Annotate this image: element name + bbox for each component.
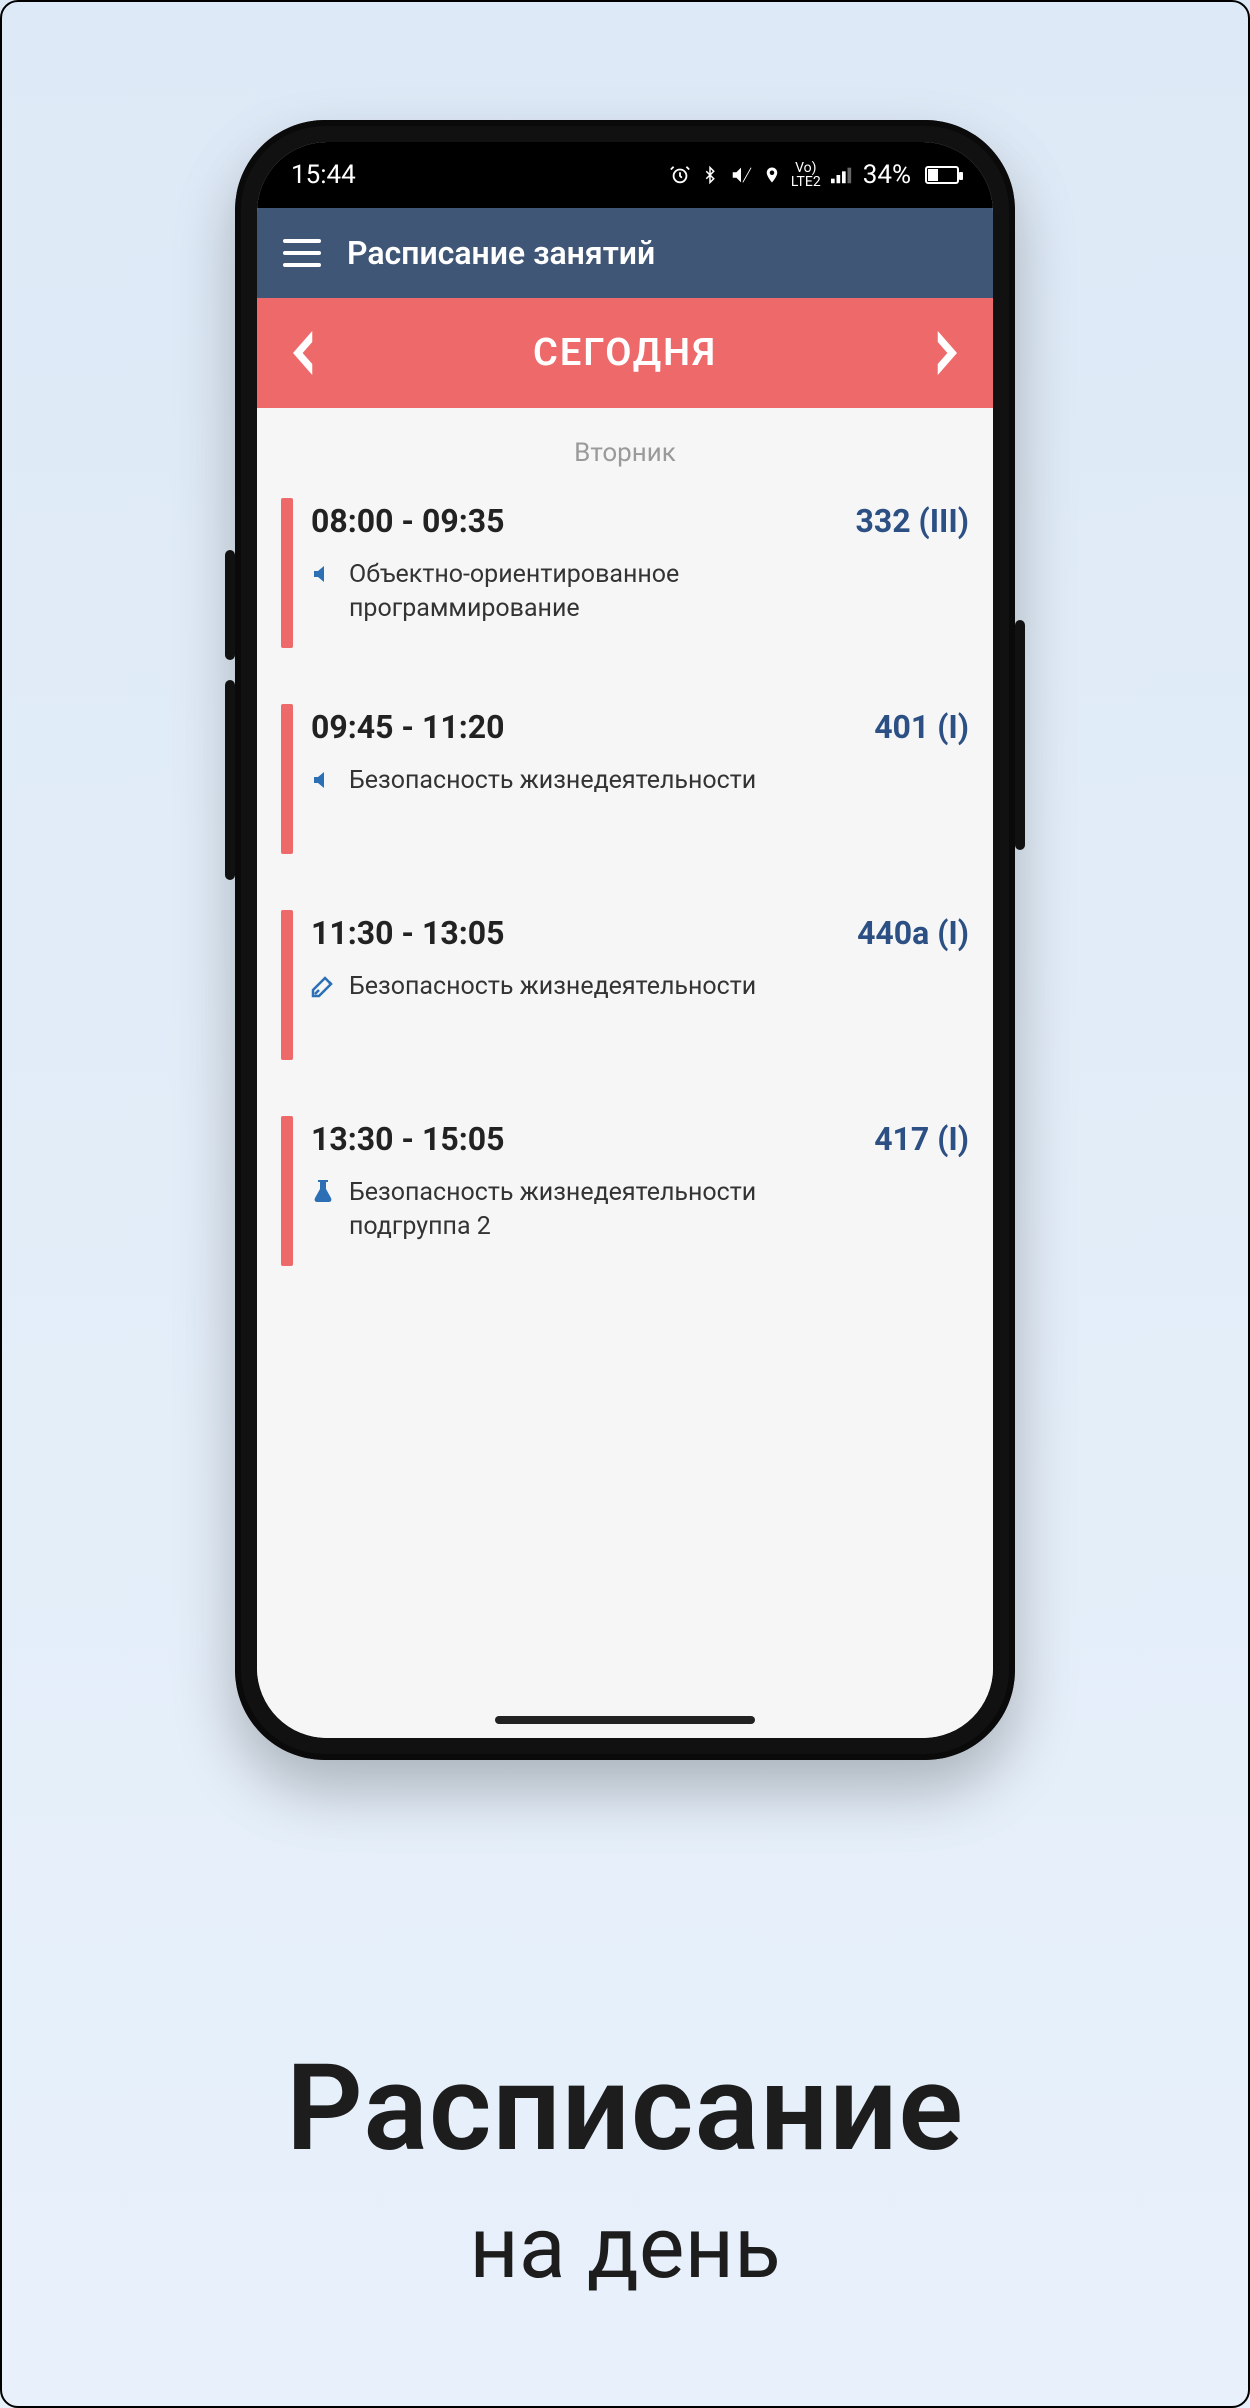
lesson-room: 401 (I) [874, 708, 969, 746]
bluetooth-icon [701, 164, 719, 186]
mute-icon [729, 164, 753, 186]
caption-line-1: Расписание [0, 2039, 1250, 2179]
lesson-time: 09:45 - 11:20 [311, 708, 504, 746]
phone-screen: 15:44 Vo)LTE2 34% Расписание занятий [257, 142, 993, 1738]
status-icons: Vo)LTE2 34% [669, 160, 959, 190]
lesson-item[interactable]: 08:00 - 09:35 332 (III)Объектно-ориентиро… [281, 498, 969, 648]
network-lte-icon: Vo)LTE2 [791, 161, 821, 189]
lesson-accent-bar [281, 1116, 293, 1266]
side-button [1015, 620, 1025, 850]
lesson-accent-bar [281, 498, 293, 648]
next-day-button[interactable] [929, 331, 963, 375]
caption-line-2: на день [0, 2197, 1250, 2298]
promo-caption: Расписание на день [0, 2039, 1250, 2298]
phone-frame: 15:44 Vo)LTE2 34% Расписание занятий [235, 120, 1015, 1760]
lesson-accent-bar [281, 704, 293, 854]
prev-day-button[interactable] [287, 331, 321, 375]
location-icon [763, 164, 781, 186]
lesson-item[interactable]: 09:45 - 11:20 401 (I) Безопасность жизнеде… [281, 704, 969, 854]
phone-mockup: 15:44 Vo)LTE2 34% Расписание занятий [235, 120, 1015, 1760]
lesson-room: 440а (I) [857, 914, 969, 952]
menu-button[interactable] [283, 239, 321, 267]
lesson-title: Объектно-ориентированное программировани… [349, 558, 849, 626]
status-bar: 15:44 Vo)LTE2 34% [257, 142, 993, 208]
lesson-time: 11:30 - 13:05 [311, 914, 504, 952]
battery-percent: 34% [863, 160, 911, 190]
home-indicator[interactable] [495, 1716, 755, 1724]
status-time: 15:44 [291, 160, 356, 190]
alarm-icon [669, 164, 691, 186]
lesson-title: Безопасность жизнедеятельности подгруппа… [349, 1176, 849, 1244]
lesson-item[interactable]: 11:30 - 13:05 440а (I) Безопасность жизнед… [281, 910, 969, 1060]
lesson-room: 332 (III) [855, 502, 969, 540]
date-navigation: СЕГОДНЯ [257, 298, 993, 408]
schedule-content[interactable]: Вторник 08:00 - 09:35 332 (III)Объектно-о… [257, 408, 993, 1738]
lesson-room: 417 (I) [874, 1120, 969, 1158]
lesson-accent-bar [281, 910, 293, 1060]
lab-icon [311, 1180, 335, 1204]
battery-icon [925, 166, 959, 184]
signal-icon [831, 166, 853, 184]
app-title: Расписание занятий [347, 234, 655, 272]
app-header: Расписание занятий [257, 208, 993, 298]
weekday-label: Вторник [281, 438, 969, 468]
practice-icon [311, 974, 335, 998]
side-button [225, 550, 235, 660]
side-button [225, 680, 235, 880]
lesson-item[interactable]: 13:30 - 15:05 417 (I) Безопасность жизнеде… [281, 1116, 969, 1266]
lecture-icon [311, 768, 335, 792]
lecture-icon [311, 562, 335, 586]
lesson-time: 08:00 - 09:35 [311, 502, 504, 540]
lesson-time: 13:30 - 15:05 [311, 1120, 504, 1158]
lesson-title: Безопасность жизнедеятельности [349, 764, 756, 798]
lesson-title: Безопасность жизнедеятельности [349, 970, 756, 1004]
current-date-label: СЕГОДНЯ [533, 331, 717, 375]
